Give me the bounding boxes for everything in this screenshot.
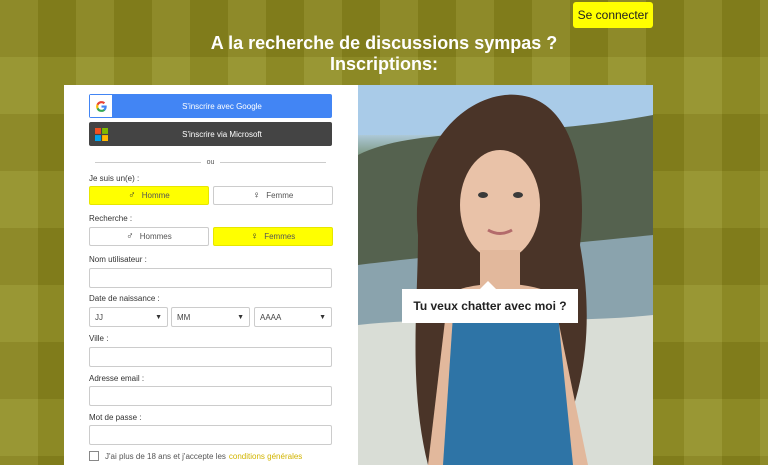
microsoft-signup-button[interactable]: S'inscrire via Microsoft [89, 122, 332, 146]
or-divider: ou [89, 156, 332, 168]
dob-month-value: MM [177, 312, 191, 322]
chat-bubble: Tu veux chatter avec moi ? [402, 281, 578, 323]
woman-icon: ♀ [250, 231, 259, 242]
tos-link[interactable]: conditions générales [229, 452, 302, 461]
gender-option-label: Homme [141, 191, 170, 200]
divider-line [220, 161, 327, 163]
dob-day-select[interactable]: JJ ▼ [89, 307, 168, 327]
headline-subtitle: Inscriptions: [329, 54, 438, 74]
woman-photo-illustration [358, 85, 653, 465]
man-icon: ♂ [128, 190, 136, 201]
headline-title: A la recherche de discussions sympas ? [210, 33, 558, 53]
divider-text: ou [206, 158, 215, 166]
dob-label: Date de naissance : [89, 294, 160, 303]
profile-photo: Tu veux chatter avec moi ? [358, 85, 653, 465]
divider-line [95, 161, 201, 163]
seeking-option-label: Femmes [264, 232, 296, 241]
dob-year-value: AAAA [260, 312, 282, 322]
login-button[interactable]: Se connecter [573, 2, 653, 28]
microsoft-signup-label: S'inscrire via Microsoft [182, 129, 262, 139]
dob-day-value: JJ [95, 312, 103, 322]
dob-year-select[interactable]: AAAA ▼ [254, 307, 332, 327]
page-headline: A la recherche de discussions sympas ? I… [0, 33, 768, 75]
tos-text: J'ai plus de 18 ans et j'accepte les [105, 451, 226, 461]
password-input[interactable] [89, 425, 332, 445]
chevron-down-icon: ▼ [319, 313, 326, 321]
email-input[interactable] [89, 386, 332, 406]
gender-option-label: Femme [266, 191, 294, 200]
tos-checkbox[interactable] [89, 451, 99, 461]
google-signup-button[interactable]: S'inscrire avec Google [89, 94, 332, 118]
city-input[interactable] [89, 347, 332, 367]
signup-card: S'inscrire avec Google S'inscrire via Mi… [64, 85, 653, 465]
gender-option-femme[interactable]: ♀ Femme [213, 186, 333, 205]
seeking-option-femmes[interactable]: ♀ Femmes [213, 227, 333, 246]
password-label: Mot de passe : [89, 413, 142, 422]
chevron-down-icon: ▼ [237, 313, 244, 321]
google-icon [90, 95, 112, 117]
email-label: Adresse email : [89, 374, 145, 383]
google-signup-label: S'inscrire avec Google [182, 101, 262, 111]
dob-month-select[interactable]: MM ▼ [171, 307, 250, 327]
seeking-option-hommes[interactable]: ♂ Hommes [89, 227, 209, 246]
signup-form: S'inscrire avec Google S'inscrire via Mi… [64, 85, 358, 465]
seeking-option-label: Hommes [139, 232, 172, 241]
woman-icon: ♀ [252, 190, 261, 201]
tos-row: J'ai plus de 18 ans et j'accepte les con… [89, 451, 302, 461]
gender-option-homme[interactable]: ♂ Homme [89, 186, 209, 205]
microsoft-icon [90, 123, 112, 145]
username-input[interactable] [89, 268, 332, 288]
chevron-down-icon: ▼ [155, 313, 162, 321]
gender-label: Je suis un(e) : [89, 174, 140, 183]
city-label: Ville : [89, 334, 109, 343]
username-label: Nom utilisateur : [89, 255, 147, 264]
man-icon: ♂ [126, 231, 134, 242]
seeking-label: Recherche : [89, 214, 133, 223]
